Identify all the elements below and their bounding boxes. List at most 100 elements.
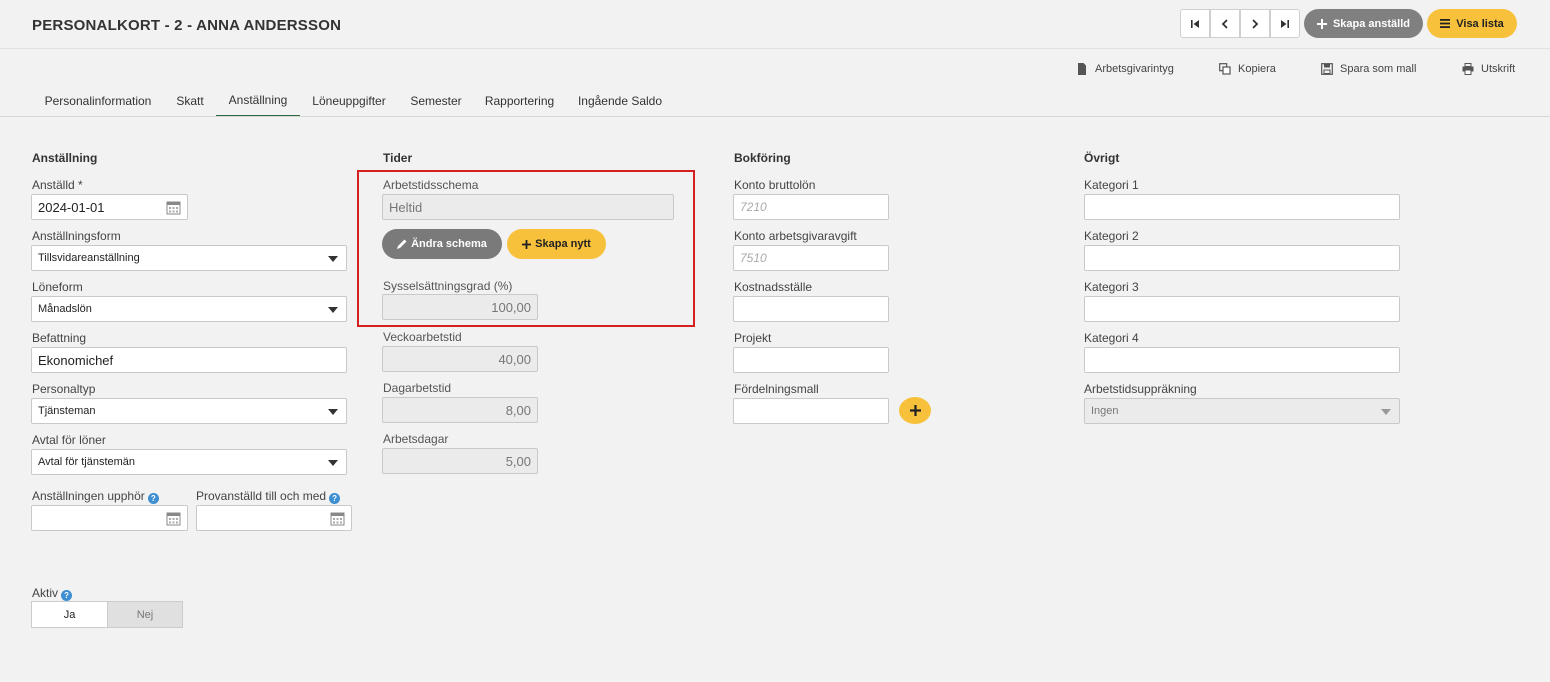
- caret-down-icon: [328, 409, 338, 415]
- employer-certificate-button[interactable]: Arbetsgivarintyg: [1076, 61, 1174, 77]
- caret-down-icon: [1381, 409, 1391, 415]
- category-1-input[interactable]: [1084, 194, 1400, 220]
- category-2-label: Kategori 2: [1084, 229, 1139, 243]
- show-list-label: Visa lista: [1456, 17, 1504, 30]
- employment-end-label-text: Anställningen upphör: [32, 489, 145, 503]
- active-no-toggle[interactable]: Nej: [108, 601, 183, 628]
- employment-form-label: Anställningsform: [32, 229, 121, 243]
- project-label: Projekt: [734, 331, 772, 345]
- weekly-hours-label: Veckoarbetstid: [383, 330, 462, 344]
- tab-personalinformation[interactable]: Personalinformation: [32, 85, 164, 117]
- distribution-template-input[interactable]: [733, 398, 889, 424]
- save-as-template-button[interactable]: Spara som mall: [1321, 61, 1416, 77]
- category-3-label: Kategori 3: [1084, 280, 1139, 294]
- calendar-icon: [166, 201, 181, 215]
- workdays-label: Arbetsdagar: [383, 432, 449, 446]
- weekly-hours-field: 40,00: [382, 346, 538, 372]
- cost-center-input[interactable]: [733, 296, 889, 322]
- previous-record-button[interactable]: [1210, 9, 1240, 38]
- print-label: Utskrift: [1481, 63, 1516, 75]
- tab-loneuppgifter[interactable]: Löneuppgifter: [303, 85, 395, 117]
- worktime-adjustment-select[interactable]: Ingen: [1084, 398, 1400, 424]
- distribution-template-label: Fördelningsmall: [734, 382, 819, 396]
- gross-account-input[interactable]: 7210: [733, 194, 889, 220]
- position-label: Befattning: [32, 331, 87, 345]
- workdays-value: 5,00: [505, 453, 531, 469]
- skip-first-icon: [1191, 19, 1199, 28]
- staff-type-value: Tjänsteman: [38, 405, 96, 417]
- probation-date-field[interactable]: [196, 505, 352, 531]
- print-button[interactable]: Utskrift: [1462, 61, 1515, 77]
- caret-down-icon: [328, 256, 338, 262]
- tab-ingaende-saldo[interactable]: Ingående Saldo: [570, 85, 670, 117]
- document-icon: [1078, 63, 1086, 75]
- caret-down-icon: [328, 307, 338, 313]
- position-value: Ekonomichef: [38, 352, 114, 368]
- employed-label: Anställd *: [32, 178, 83, 192]
- employed-date-field[interactable]: 2024-01-01: [31, 194, 188, 220]
- category-2-input[interactable]: [1084, 245, 1400, 271]
- show-list-button[interactable]: Visa lista: [1427, 9, 1517, 38]
- active-label-text: Aktiv: [32, 586, 59, 600]
- create-employee-label: Skapa anställd: [1332, 17, 1411, 30]
- employment-form-value: Tillsvidareanställning: [38, 252, 140, 264]
- daily-hours-label: Dagarbetstid: [383, 381, 452, 395]
- tab-semester[interactable]: Semester: [402, 85, 470, 117]
- employer-certificate-label: Arbetsgivarintyg: [1095, 63, 1174, 75]
- help-icon[interactable]: ?: [147, 493, 159, 504]
- position-input[interactable]: Ekonomichef: [31, 347, 347, 373]
- list-icon: [1440, 19, 1451, 28]
- gross-account-label: Konto bruttolön: [734, 178, 816, 192]
- weekly-hours-value: 40,00: [498, 351, 531, 367]
- worktime-adjustment-label: Arbetstidsuppräkning: [1084, 382, 1197, 396]
- tab-rapportering[interactable]: Rapportering: [477, 85, 562, 117]
- agreement-value: Avtal för tjänstemän: [38, 456, 136, 468]
- gross-account-placeholder: 7210: [740, 200, 767, 214]
- category-4-input[interactable]: [1084, 347, 1400, 373]
- employer-fee-account-placeholder: 7510: [740, 251, 767, 265]
- section-title-times: Tider: [383, 151, 413, 165]
- copy-label: Kopiera: [1238, 63, 1276, 75]
- calendar-icon: [330, 512, 345, 526]
- first-record-button[interactable]: [1180, 9, 1210, 38]
- tab-skatt[interactable]: Skatt: [167, 85, 213, 117]
- category-3-input[interactable]: [1084, 296, 1400, 322]
- tab-anstallning[interactable]: Anställning: [216, 85, 300, 117]
- salary-form-select[interactable]: Månadslön: [31, 296, 347, 322]
- chevron-right-icon: [1252, 18, 1259, 29]
- last-record-button[interactable]: [1270, 9, 1300, 38]
- daily-hours-value: 8,00: [505, 402, 531, 418]
- add-distribution-template-button[interactable]: [899, 397, 931, 424]
- create-employee-button[interactable]: Skapa anställd: [1304, 9, 1423, 38]
- tabs-divider: [0, 116, 1550, 117]
- active-label: Aktiv?: [32, 586, 73, 601]
- workdays-field: 5,00: [382, 448, 538, 474]
- employment-end-label: Anställningen upphör?: [32, 489, 159, 504]
- staff-type-select[interactable]: Tjänsteman: [31, 398, 347, 424]
- cost-center-label: Kostnadsställe: [734, 280, 813, 294]
- probation-label: Provanställd till och med?: [196, 489, 341, 504]
- copy-button[interactable]: Kopiera: [1219, 61, 1276, 77]
- caret-down-icon: [328, 460, 338, 466]
- skip-last-icon: [1281, 19, 1289, 28]
- agreement-select[interactable]: Avtal för tjänstemän: [31, 449, 347, 475]
- highlight-box: [357, 170, 695, 327]
- next-record-button[interactable]: [1240, 9, 1270, 38]
- help-icon[interactable]: ?: [61, 590, 73, 601]
- employment-form-select[interactable]: Tillsvidareanställning: [31, 245, 347, 271]
- employment-end-date-field[interactable]: [31, 505, 188, 531]
- employer-fee-account-label: Konto arbetsgivaravgift: [734, 229, 857, 243]
- calendar-icon: [166, 512, 181, 526]
- plus-icon: [1316, 18, 1327, 29]
- page-title: PERSONALKORT - 2 - ANNA ANDERSSON: [32, 17, 342, 34]
- save-as-template-label: Spara som mall: [1340, 63, 1417, 75]
- daily-hours-field: 8,00: [382, 397, 538, 423]
- employer-fee-account-input[interactable]: 7510: [733, 245, 889, 271]
- project-input[interactable]: [733, 347, 889, 373]
- category-1-label: Kategori 1: [1084, 178, 1139, 192]
- salary-form-label: Löneform: [32, 280, 83, 294]
- printer-icon: [1462, 63, 1474, 75]
- help-icon[interactable]: ?: [329, 493, 341, 504]
- active-yes-toggle[interactable]: Ja: [31, 601, 108, 628]
- salary-form-value: Månadslön: [38, 303, 92, 315]
